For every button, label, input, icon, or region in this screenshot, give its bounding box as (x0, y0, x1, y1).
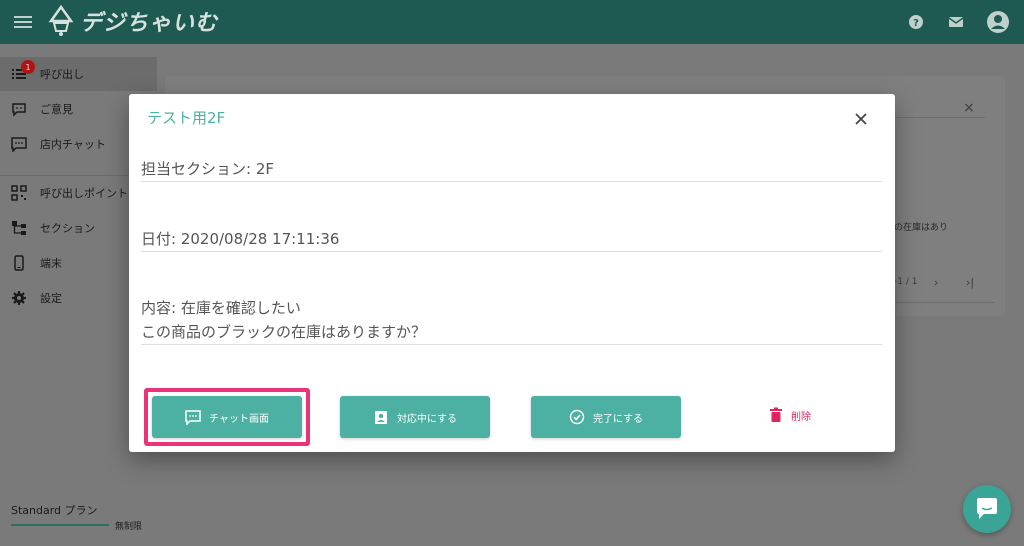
button-label: 対応中にする (396, 413, 458, 425)
call-detail-dialog: テスト用2F 担当セクション: 2F 日付: 2020/08/28 17:11:… (129, 94, 895, 452)
chat-support-button[interactable] (963, 485, 1011, 533)
help-icon[interactable]: ? (906, 12, 926, 32)
sidebar-item-label: 店内チャット (40, 138, 106, 151)
sidebar-item-calls[interactable]: 1 呼び出し (0, 57, 157, 91)
content-line: この商品のブラックの在庫はありますか？ (141, 323, 427, 341)
app-logo[interactable]: デジちゃいむ (48, 5, 218, 37)
clear-search-icon[interactable]: × (963, 100, 975, 116)
feedback-icon (12, 103, 26, 117)
logo-text: デジちゃいむ (80, 11, 219, 36)
plan-label: Standard プラン (11, 504, 98, 517)
content-line: 内容: 在庫を確認したい (141, 299, 301, 317)
app-bar: デジちゃいむ ? (0, 0, 1024, 44)
mark-complete-button[interactable]: 完了にする (531, 396, 681, 438)
chat-bubble-icon (977, 498, 997, 519)
chat-screen-button[interactable]: チャット画面 (152, 396, 302, 438)
dialog-title: テスト用2F (147, 109, 226, 127)
check-circle-icon (569, 409, 585, 425)
trash-icon (770, 407, 782, 422)
gear-icon (12, 291, 26, 305)
button-label: 完了にする (592, 413, 644, 425)
hamburger-menu-icon[interactable] (14, 13, 32, 31)
next-page-icon[interactable]: › (934, 276, 938, 289)
sidebar-item-label: 設定 (40, 292, 62, 305)
chat-icon (11, 137, 27, 152)
button-label: 削除 (791, 411, 811, 423)
date-field: 日付: 2020/08/28 17:11:36 (141, 227, 882, 252)
assignment-icon (374, 411, 387, 424)
sidebar-item-label: ご意見 (40, 103, 73, 116)
chat-icon (185, 410, 201, 425)
sidebar-item-label: セクション (40, 222, 95, 235)
section-field: 担当セクション: 2F (141, 157, 882, 182)
mark-in-progress-button[interactable]: 対応中にする (340, 396, 490, 438)
search-underline (895, 117, 985, 118)
delete-button[interactable]: 削除 (769, 407, 811, 423)
sidebar-item-label: 呼び出し (40, 68, 84, 81)
qr-code-icon (11, 185, 27, 201)
account-icon[interactable] (986, 10, 1010, 34)
last-page-icon[interactable]: ›| (966, 276, 974, 289)
sidebar-item-label: 端末 (40, 257, 62, 270)
phone-icon (14, 255, 24, 271)
logo-bell-icon (48, 5, 74, 36)
svg-text:?: ? (913, 18, 919, 29)
mail-icon[interactable] (946, 12, 966, 32)
plan-usage-bar (11, 524, 109, 526)
button-label: チャット画面 (209, 413, 269, 425)
sidebar-item-label: 呼び出しポイント (40, 187, 128, 200)
section-tree-icon (12, 221, 26, 235)
close-icon[interactable] (851, 109, 871, 129)
plan-limit: 無制限 (115, 522, 143, 532)
content-field: 内容: 在庫を確認したい この商品のブラックの在庫はありますか？ (141, 296, 882, 345)
notification-badge: 1 (21, 60, 35, 74)
